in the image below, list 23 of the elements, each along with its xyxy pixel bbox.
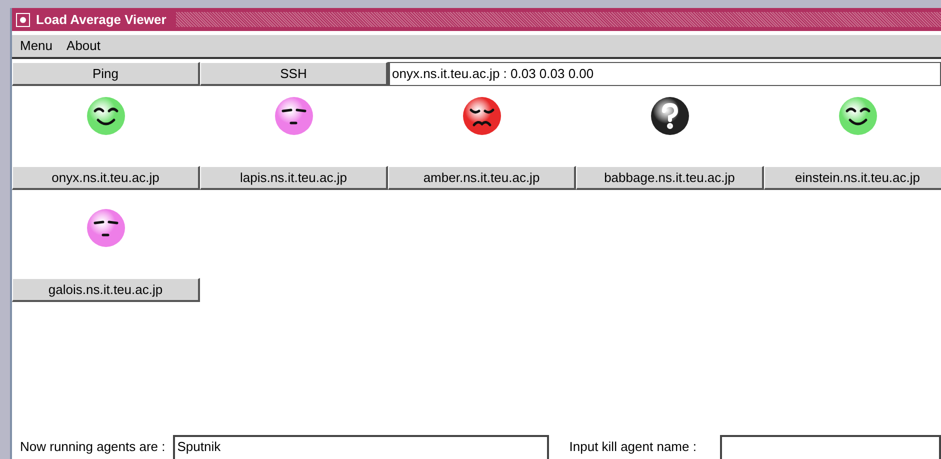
host-button[interactable]: babbage.ns.it.teu.ac.jp (576, 166, 764, 190)
window-menu-icon[interactable] (16, 12, 30, 26)
kill-label: Input kill agent name : (569, 438, 696, 456)
toolbar-button[interactable]: Ping (12, 62, 200, 86)
sleepy-face-icon (86, 208, 126, 248)
agents-label: Now running agents are : (20, 438, 166, 456)
host-button[interactable]: galois.ns.it.teu.ac.jp (12, 278, 200, 302)
toolbar-button[interactable]: SSH (200, 62, 388, 86)
smiling-face-icon (86, 96, 126, 136)
question-mark-icon (650, 96, 690, 136)
menu-item[interactable]: About (66, 36, 101, 56)
host-button[interactable]: onyx.ns.it.teu.ac.jp (12, 166, 200, 190)
host-button[interactable]: amber.ns.it.teu.ac.jp (388, 166, 576, 190)
menu-item[interactable]: Menu (20, 36, 53, 56)
frowning-face-icon (462, 96, 502, 136)
window-title: Load Average Viewer (36, 10, 166, 29)
host-button[interactable]: einstein.ns.it.teu.ac.jp (764, 166, 941, 190)
smiling-face-icon (838, 96, 878, 136)
status-field: onyx.ns.it.teu.ac.jp : 0.03 0.03 0.00 (388, 62, 941, 86)
sleepy-face-icon (274, 96, 314, 136)
kill-agent-field[interactable] (720, 435, 941, 459)
host-button[interactable]: lapis.ns.it.teu.ac.jp (200, 166, 388, 190)
agents-field[interactable]: Sputnik (173, 435, 550, 459)
